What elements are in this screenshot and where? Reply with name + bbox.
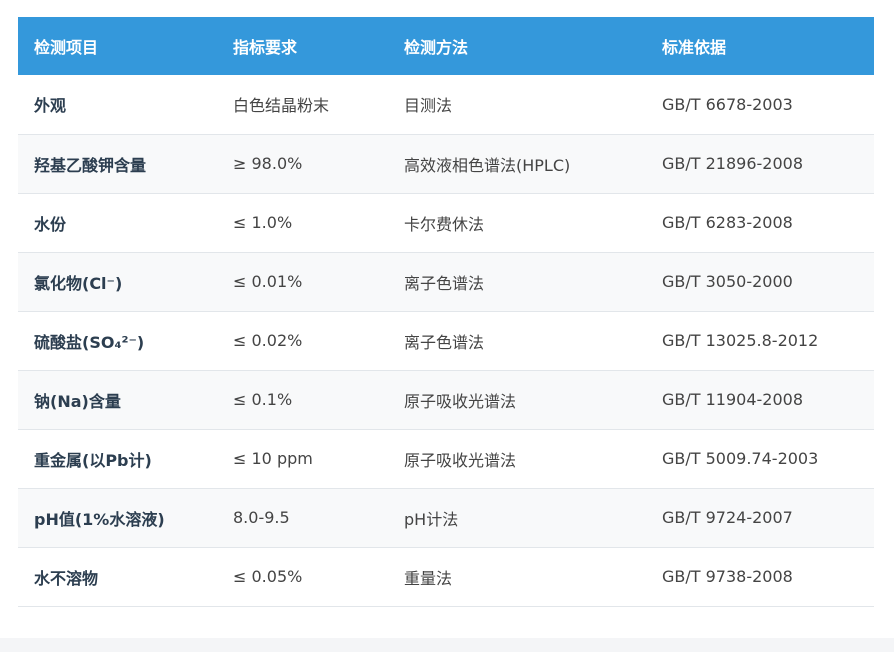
table-body: 外观 白色结晶粉末 目测法 GB/T 6678-2003 羟基乙酸钾含量 ≥ 9… <box>18 75 874 606</box>
table-row: 水不溶物 ≤ 0.05% 重量法 GB/T 9738-2008 <box>18 547 874 606</box>
footer-band <box>0 638 894 652</box>
cell-standard: GB/T 9724-2007 <box>662 508 793 527</box>
cell-method: 重量法 <box>404 568 453 588</box>
cell-standard: GB/T 6283-2008 <box>662 213 793 232</box>
cell-standard: GB/T 3050-2000 <box>662 272 793 291</box>
header-requirement: 指标要求 <box>233 38 298 57</box>
cell-requirement: ≤ 0.1% <box>233 390 293 409</box>
cell-method: pH计法 <box>404 509 459 529</box>
cell-item: 羟基乙酸钾含量 <box>34 155 147 175</box>
cell-standard: GB/T 9738-2008 <box>662 567 793 586</box>
table-row: 钠(Na)含量 ≤ 0.1% 原子吸收光谱法 GB/T 11904-2008 <box>18 370 874 429</box>
cell-requirement: ≤ 10 ppm <box>233 449 313 468</box>
cell-requirement: ≤ 0.01% <box>233 272 303 291</box>
cell-method: 离子色谱法 <box>404 273 485 293</box>
table-header: 检测项目 指标要求 检测方法 标准依据 <box>18 17 874 75</box>
cell-method: 原子吸收光谱法 <box>404 391 517 411</box>
cell-method: 原子吸收光谱法 <box>404 450 517 470</box>
cell-requirement: ≥ 98.0% <box>233 154 303 173</box>
cell-method: 卡尔费休法 <box>404 214 485 234</box>
cell-item: 外观 <box>34 96 67 116</box>
cell-item: 重金属(以Pb计) <box>34 450 152 470</box>
table-row: 氯化物(Cl⁻) ≤ 0.01% 离子色谱法 GB/T 3050-2000 <box>18 252 874 311</box>
cell-item: 水份 <box>34 214 67 234</box>
cell-item: pH值(1%水溶液) <box>34 509 165 529</box>
header-method: 检测方法 <box>404 38 469 57</box>
cell-item: 钠(Na)含量 <box>34 391 121 411</box>
cell-requirement: ≤ 0.05% <box>233 567 303 586</box>
spec-table: 检测项目 指标要求 检测方法 标准依据 外观 白色结晶粉末 目测法 GB/T 6… <box>18 17 874 607</box>
table-row: 水份 ≤ 1.0% 卡尔费休法 GB/T 6283-2008 <box>18 193 874 252</box>
header-row: 检测项目 指标要求 检测方法 标准依据 <box>18 17 874 75</box>
cell-standard: GB/T 21896-2008 <box>662 154 804 173</box>
table-row: 重金属(以Pb计) ≤ 10 ppm 原子吸收光谱法 GB/T 5009.74-… <box>18 429 874 488</box>
header-standard: 标准依据 <box>662 38 727 57</box>
table-row: pH值(1%水溶液) 8.0-9.5 pH计法 GB/T 9724-2007 <box>18 488 874 547</box>
cell-standard: GB/T 11904-2008 <box>662 390 804 409</box>
cell-requirement: 白色结晶粉末 <box>233 96 330 116</box>
cell-standard: GB/T 13025.8-2012 <box>662 331 819 350</box>
spec-table-container: 检测项目 指标要求 检测方法 标准依据 外观 白色结晶粉末 目测法 GB/T 6… <box>18 17 874 607</box>
header-item: 检测项目 <box>34 38 99 57</box>
cell-item: 水不溶物 <box>34 568 99 588</box>
cell-requirement: ≤ 1.0% <box>233 213 293 232</box>
table-row: 羟基乙酸钾含量 ≥ 98.0% 高效液相色谱法(HPLC) GB/T 21896… <box>18 134 874 193</box>
table-row: 硫酸盐(SO₄²⁻) ≤ 0.02% 离子色谱法 GB/T 13025.8-20… <box>18 311 874 370</box>
cell-standard: GB/T 5009.74-2003 <box>662 449 819 468</box>
cell-method: 目测法 <box>404 96 453 116</box>
cell-method: 高效液相色谱法(HPLC) <box>404 155 571 175</box>
cell-standard: GB/T 6678-2003 <box>662 94 793 114</box>
table-row: 外观 白色结晶粉末 目测法 GB/T 6678-2003 <box>18 75 874 134</box>
cell-item: 硫酸盐(SO₄²⁻) <box>34 332 145 352</box>
cell-requirement: ≤ 0.02% <box>233 331 303 350</box>
cell-method: 离子色谱法 <box>404 332 485 352</box>
cell-requirement: 8.0-9.5 <box>233 508 290 527</box>
cell-item: 氯化物(Cl⁻) <box>34 273 123 293</box>
